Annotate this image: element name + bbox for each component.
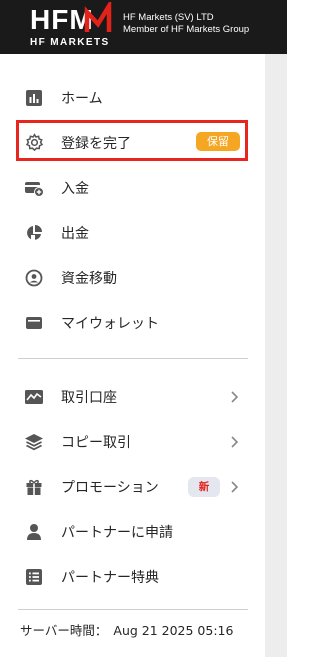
hfm-logo[interactable]: HFM HF MARKETS (30, 2, 116, 48)
gear-icon (24, 133, 44, 153)
server-time: サーバー時間： Aug 21 2025 05:16 (20, 620, 233, 639)
menu-item-my-wallet[interactable]: マイウォレット (0, 300, 265, 345)
menu-item-deposit[interactable]: 入金 (0, 165, 265, 210)
list-icon (24, 567, 44, 587)
transfer-user-icon (24, 268, 44, 288)
menu-item-trading-accounts[interactable]: 取引口座 (0, 374, 265, 419)
header-bar: HFM HF MARKETS HF Markets (SV) LTD Membe… (0, 0, 287, 54)
menu-item-complete-registration[interactable]: 登録を完了 保留 (0, 120, 265, 165)
logo-tagline: HF MARKETS (30, 37, 110, 48)
wallet-icon (24, 313, 44, 333)
server-time-value: Aug 21 2025 05:16 (113, 623, 234, 638)
company-group: Member of HF Markets Group (123, 24, 250, 35)
menu-item-apply-partner[interactable]: パートナーに申請 (0, 509, 265, 554)
pending-badge: 保留 (196, 132, 240, 151)
gift-icon (24, 477, 44, 497)
menu-item-label: 登録を完了 (61, 135, 131, 152)
menu-item-label: マイウォレット (61, 315, 159, 332)
menu-item-label: コピー取引 (61, 434, 131, 451)
logo-red-mark (84, 2, 112, 32)
menu-item-promotions[interactable]: プロモーション 新 (0, 464, 265, 509)
trading-chart-icon (24, 387, 44, 407)
person-icon (24, 522, 44, 542)
menu-item-label: ホーム (61, 90, 103, 107)
menu-item-withdrawal[interactable]: 出金 (0, 210, 265, 255)
new-badge: 新 (188, 477, 220, 497)
menu-item-fund-transfer[interactable]: 資金移動 (0, 255, 265, 300)
menu-item-label: プロモーション (61, 479, 159, 496)
menu-item-label: 資金移動 (61, 270, 117, 287)
menu-item-partner-benefits[interactable]: パートナー特典 (0, 554, 265, 599)
menu-item-copy-trading[interactable]: コピー取引 (0, 419, 265, 464)
withdraw-pie-icon (24, 223, 44, 243)
deposit-card-icon (24, 178, 44, 198)
menu-item-label: パートナー特典 (61, 569, 159, 586)
layers-icon (24, 432, 44, 452)
company-info: HF Markets (SV) LTD Member of HF Markets… (123, 12, 249, 36)
chevron-right-icon (229, 435, 239, 449)
menu-divider (18, 358, 248, 359)
menu-divider (18, 609, 248, 610)
menu-item-home[interactable]: ホーム (0, 75, 265, 120)
menu-item-label: パートナーに申請 (61, 524, 173, 541)
menu-item-label: 入金 (61, 180, 89, 197)
company-name: HF Markets (SV) LTD (123, 12, 214, 23)
server-time-label: サーバー時間： (20, 623, 108, 638)
content-panel-edge (265, 54, 287, 657)
menu-item-label: 出金 (61, 225, 89, 242)
bar-chart-icon (24, 88, 44, 108)
chevron-right-icon (229, 390, 239, 404)
chevron-right-icon (229, 480, 239, 494)
menu-item-label: 取引口座 (61, 389, 117, 406)
